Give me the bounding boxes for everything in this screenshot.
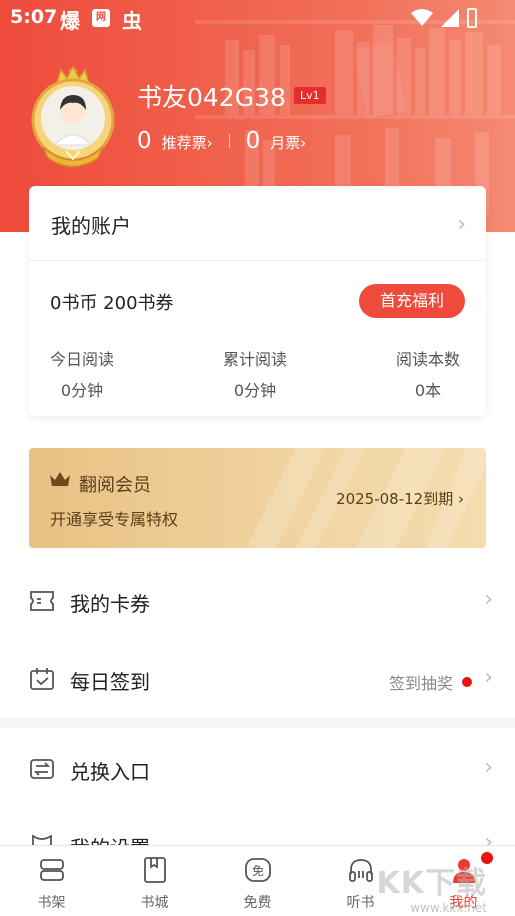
chevron-right-icon: › (457, 212, 466, 237)
free-glyph: 免 (251, 863, 263, 878)
tab-label: 免费 (243, 895, 272, 911)
chevron-right-icon: › (484, 587, 493, 612)
username: 书友042G38 (137, 83, 286, 112)
my-account-row[interactable]: 我的账户 › (29, 186, 486, 260)
notification-dot (462, 677, 472, 687)
watermark-url: www.kkx.net (410, 901, 487, 915)
stat-value: 0分钟 (233, 381, 277, 400)
recommend-ticket-count: 0 (137, 128, 152, 154)
free-icon: 免 (244, 858, 271, 882)
battery-icon (467, 8, 477, 28)
chevron-right-icon: › (484, 755, 493, 780)
status-bar: 5:07 爆 网 虫 (0, 0, 515, 36)
tab-label: 书架 (37, 895, 66, 911)
menu-item-exchange[interactable]: 兑换入口 › (0, 733, 515, 809)
checkin-hint: 签到抽奖 (388, 674, 453, 693)
stat-value: 0本 (414, 381, 442, 400)
vip-membership-banner[interactable]: 翻阅会员 开通享受专属特权 2025-08-12到期 › (29, 448, 486, 548)
total-reading-stat: 累计阅读 0分钟 (223, 346, 287, 401)
chevron-right-icon: › (484, 665, 493, 690)
menu-item-label: 每日签到 (70, 670, 150, 694)
settings-icon (32, 834, 52, 845)
menu-item-label: 兑换入口 (70, 760, 150, 784)
divider (29, 260, 486, 261)
bookshelf-icon (39, 859, 64, 881)
app-notification-icon: 网 (92, 9, 110, 27)
books-read-stat: 阅读本数 0本 (396, 346, 460, 401)
stat-label: 阅读本数 (396, 350, 461, 369)
menu-item-coupons[interactable]: 我的卡券 › (0, 565, 515, 641)
stat-label: 今日阅读 (50, 350, 115, 369)
menu-item-settings[interactable]: 我的设置 › (0, 812, 515, 845)
first-charge-button[interactable]: 首充福利 (359, 284, 465, 318)
status-time: 5:07 (10, 6, 58, 28)
crown-icon (50, 472, 70, 486)
coin-balance: 0书币 200书券 (50, 293, 174, 314)
divider (228, 134, 230, 148)
signal-icon (441, 9, 459, 27)
headphones-icon (348, 859, 373, 882)
ticket-icon (30, 591, 54, 611)
watermark: KK下载 (376, 866, 487, 901)
account-card: 我的账户 › 0书币 200书券 首充福利 今日阅读 0分钟 累计阅读 0分钟 … (29, 186, 486, 416)
tab-label: 书城 (140, 895, 169, 911)
tab-free[interactable]: 免 免费 (206, 846, 309, 916)
vip-subtitle: 开通享受专属特权 (50, 510, 179, 529)
stat-label: 累计阅读 (223, 350, 288, 369)
monthly-ticket-count: 0 (245, 128, 261, 154)
menu-item-label: 我的卡券 (70, 592, 150, 616)
vip-title: 翻阅会员 (79, 475, 151, 496)
vip-expiry: 2025-08-12到期 › (336, 490, 464, 508)
bug-notification-icon: 虫 (122, 9, 142, 33)
section-divider (0, 718, 515, 728)
account-title: 我的账户 (51, 214, 131, 238)
menu-item-label: 我的设置 (70, 832, 150, 845)
menu-item-daily-checkin[interactable]: 每日签到 签到抽奖 › (0, 643, 515, 719)
today-reading-stat: 今日阅读 0分钟 (50, 346, 114, 401)
tab-bookshelf[interactable]: 书架 (0, 846, 103, 916)
exchange-icon (30, 759, 54, 779)
tab-bookstore[interactable]: 书城 (103, 846, 206, 916)
ticket-counts: 0 推荐票› 0 月票› (137, 128, 306, 154)
chevron-right-icon: › (484, 830, 493, 845)
recommend-ticket-link[interactable]: 推荐票› (162, 132, 213, 153)
monthly-ticket-link[interactable]: 月票› (270, 132, 306, 153)
calendar-icon (30, 668, 54, 690)
stat-value: 0分钟 (60, 381, 104, 400)
level-badge: Lv1 (294, 87, 326, 104)
notification-icon: 爆 (60, 9, 80, 33)
avatar[interactable] (28, 55, 118, 170)
wifi-icon (411, 9, 433, 26)
bookstore-icon (143, 857, 166, 883)
